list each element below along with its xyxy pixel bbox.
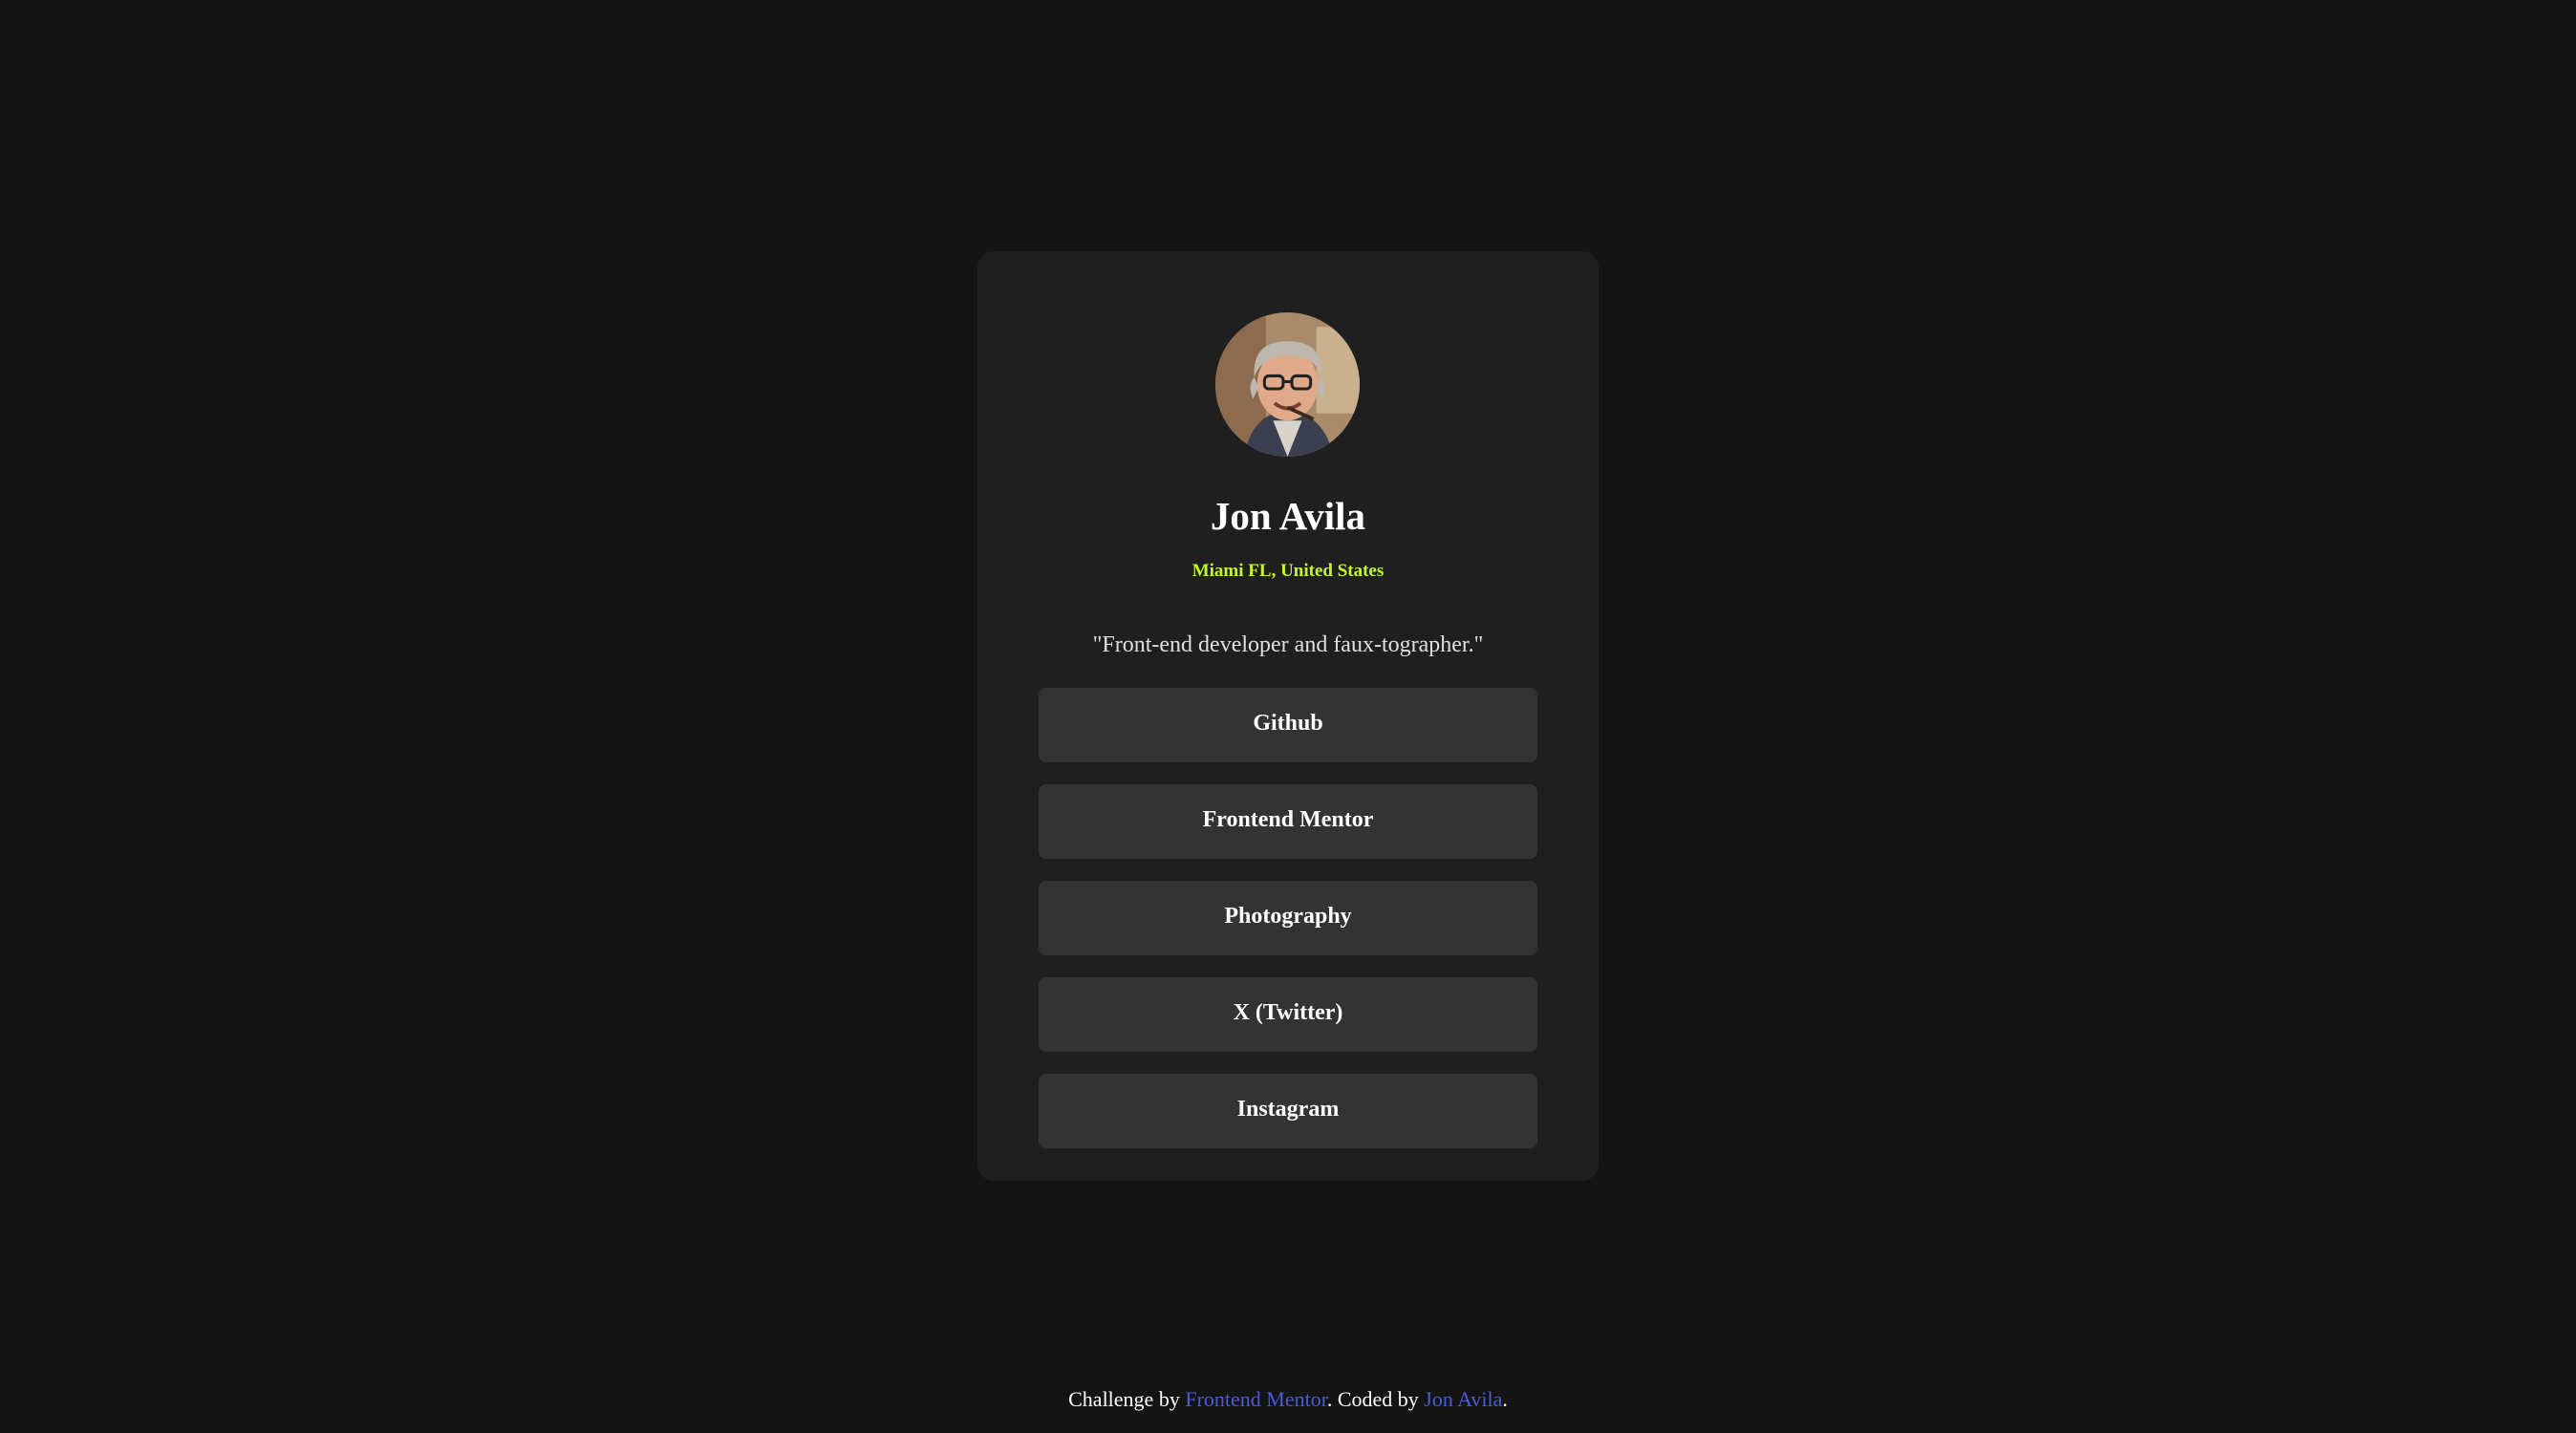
profile-bio: "Front-end developer and faux-tographer.… [1092, 632, 1484, 657]
footer-author-link[interactable]: Jon Avila [1424, 1387, 1502, 1411]
link-github-button[interactable]: Github [1039, 688, 1537, 762]
footer-suffix: . [1502, 1387, 1508, 1411]
profile-name: Jon Avila [1210, 494, 1366, 538]
link-frontend-mentor-button[interactable]: Frontend Mentor [1039, 784, 1537, 859]
profile-location: Miami FL, United States [1191, 561, 1385, 581]
footer-middle: . Coded by [1326, 1387, 1425, 1411]
footer-prefix: Challenge by [1068, 1387, 1186, 1411]
avatar-photo [1215, 312, 1360, 457]
avatar [1215, 312, 1360, 457]
footer-challenge-link[interactable]: Frontend Mentor [1185, 1387, 1327, 1411]
link-instagram-button[interactable]: Instagram [1039, 1074, 1537, 1148]
attribution-footer: Challenge by Frontend Mentor. Coded by J… [0, 1389, 2576, 1410]
link-photography-button[interactable]: Photography [1039, 881, 1537, 955]
social-links: Github Frontend Mentor Photography X (Tw… [1039, 688, 1537, 1170]
link-x-twitter-button[interactable]: X (Twitter) [1039, 977, 1537, 1052]
profile-card: Jon Avila Miami FL, United States "Front… [977, 251, 1599, 1181]
